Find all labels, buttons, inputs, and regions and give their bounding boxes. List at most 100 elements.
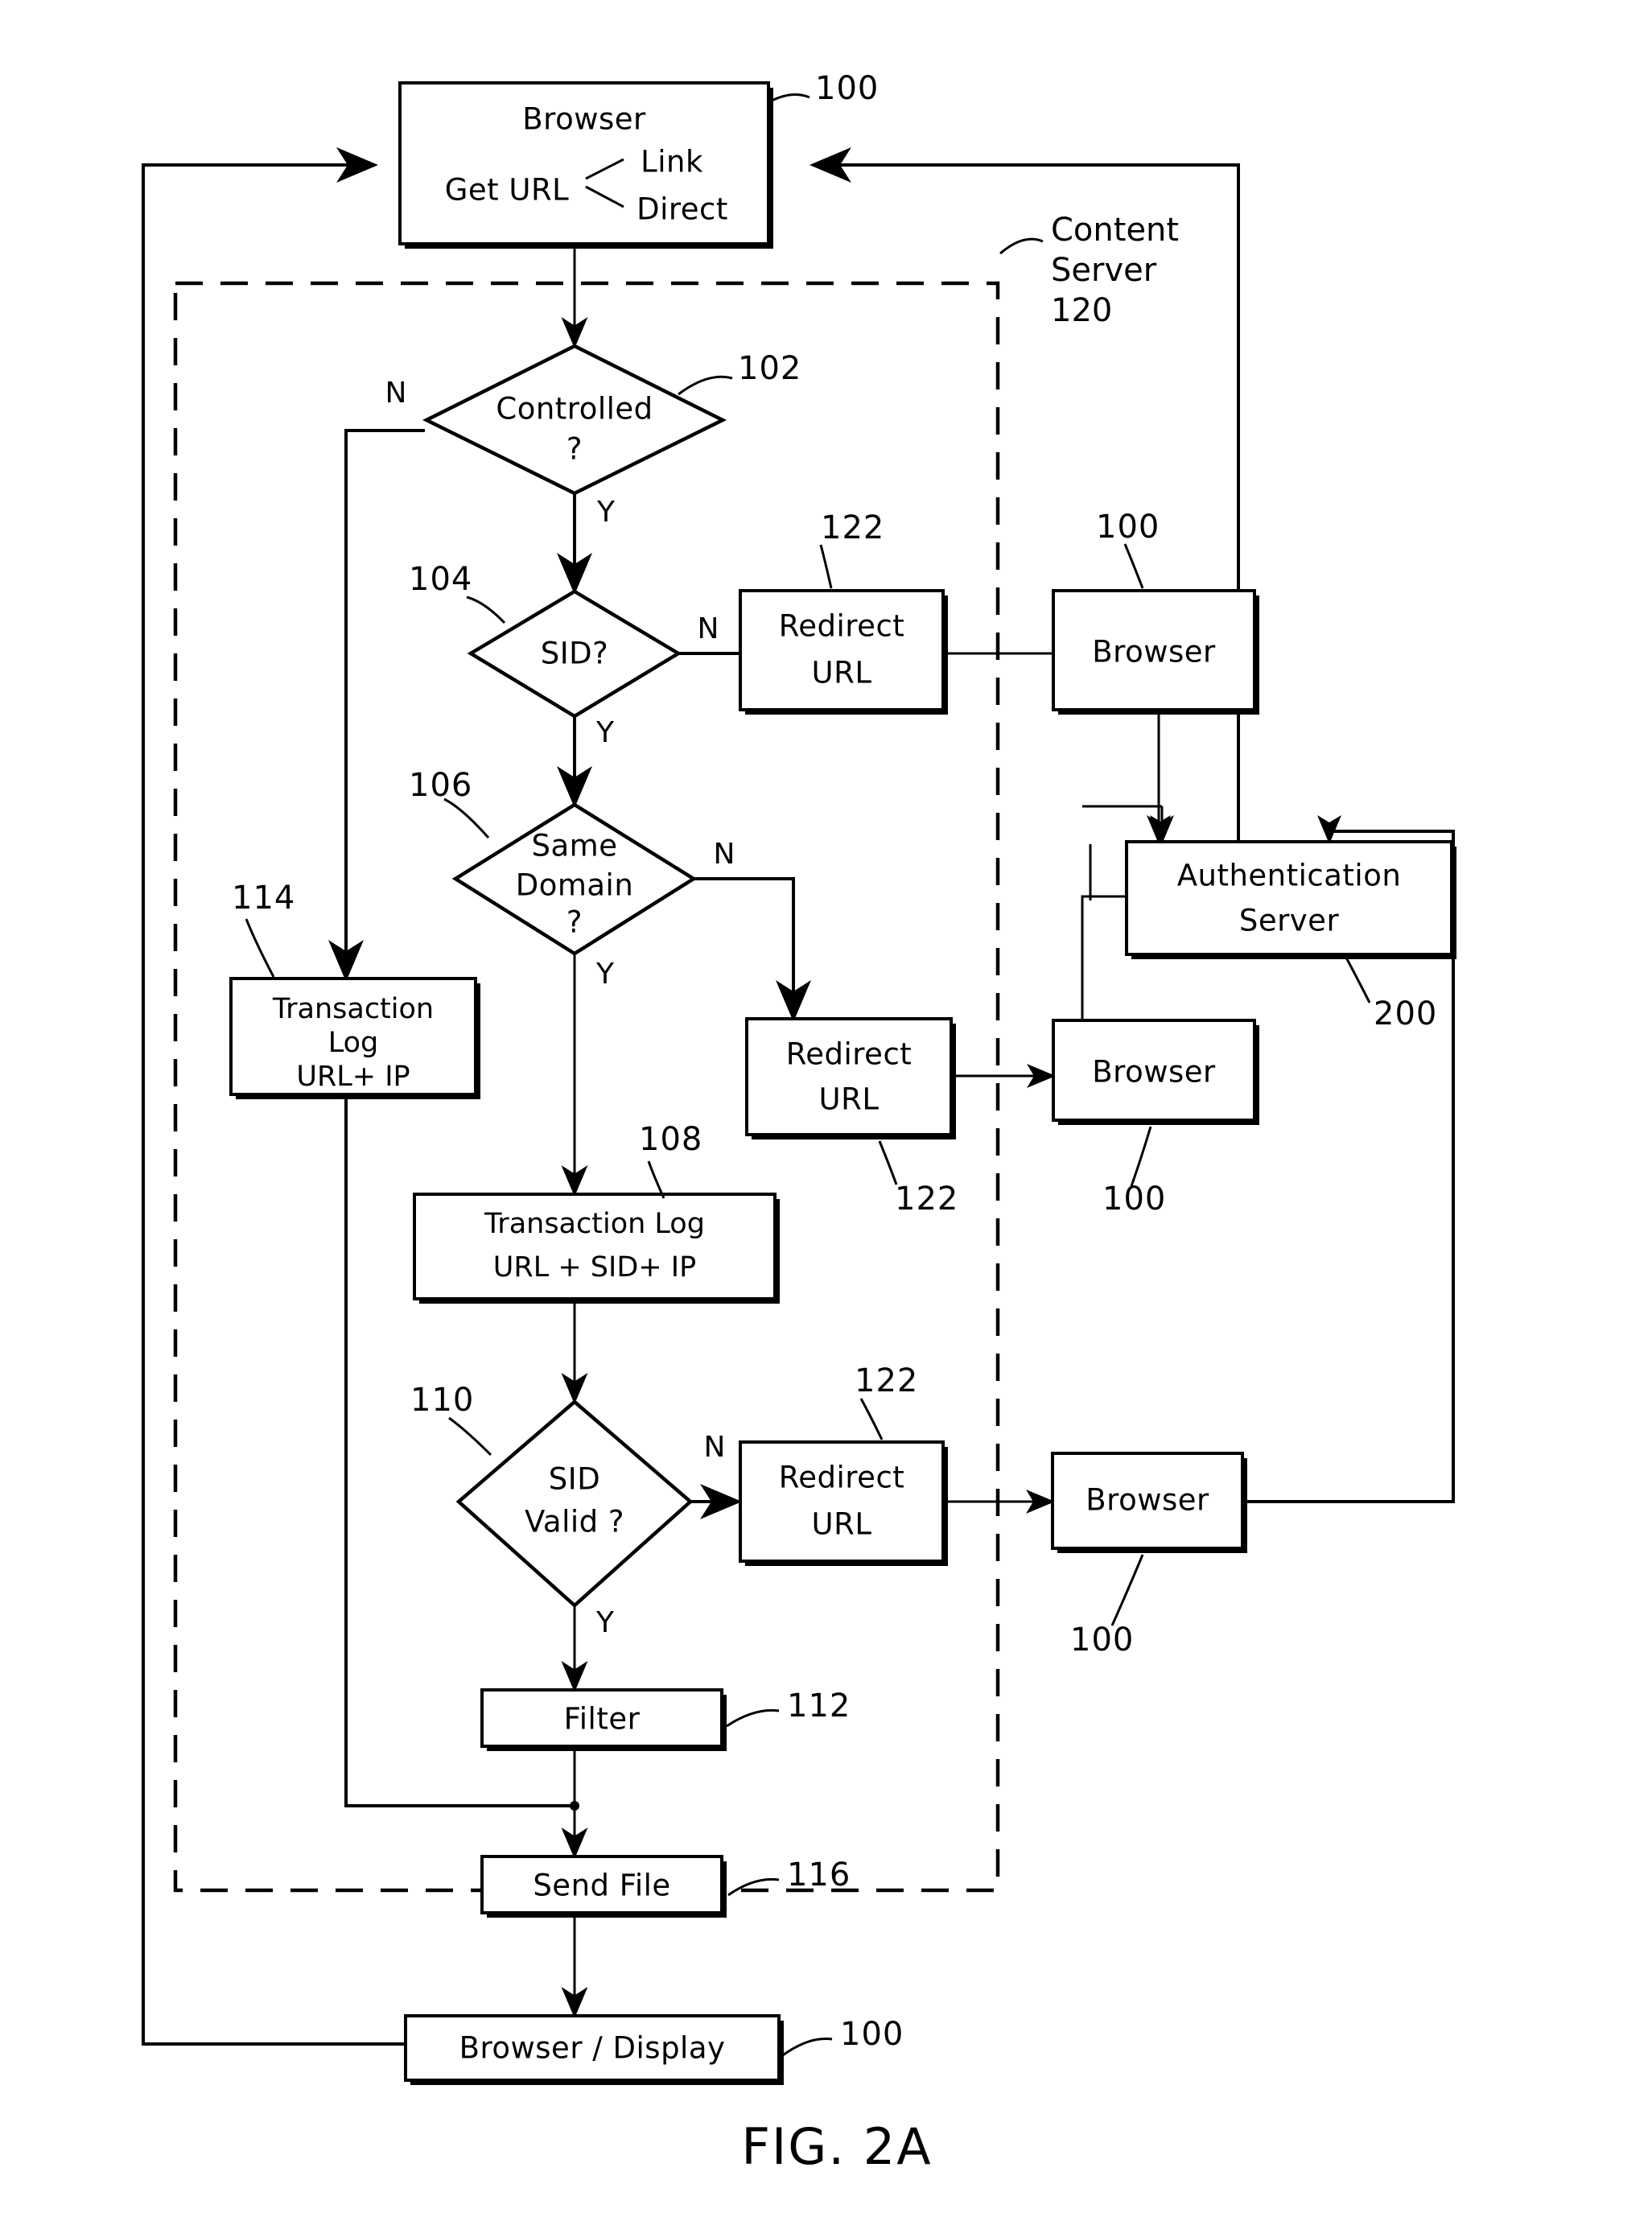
txlog114-line2: Log (328, 1027, 379, 1059)
leader-controlled-ref (678, 375, 733, 396)
ref-sid: 104 (409, 561, 472, 598)
connector-authserver-to-browser-top (810, 147, 1240, 842)
ref-redirect3: 122 (855, 1362, 918, 1399)
ref-browser2: 100 (1102, 1181, 1166, 1218)
ref-sid-valid: 110 (410, 1382, 474, 1419)
node-transaction-log-108[interactable]: Transaction Log URL + SID+ IP (413, 1193, 780, 1304)
browser-top-option-link: Link (641, 145, 703, 179)
ref-browser1: 100 (1096, 509, 1160, 546)
leader-send-file-ref (727, 1877, 780, 1897)
sid-label: SID? (541, 637, 609, 671)
same-domain-label2: Domain (516, 868, 634, 903)
ref-same-domain: 106 (409, 767, 472, 804)
node-browser-1[interactable]: Browser (1052, 589, 1259, 715)
txlog108-line2: URL + SID+ IP (493, 1251, 696, 1284)
leader-txlog114-ref (245, 918, 275, 978)
ref-filter: 112 (787, 1687, 851, 1725)
node-browser-3[interactable]: Browser (1051, 1452, 1247, 1553)
sid-branch-no: N (698, 612, 719, 645)
redirect1-line2: URL (812, 656, 872, 690)
flowchart-canvas: Browser Get URL Link Direct 100 Controll… (142, 70, 1456, 2176)
browser-top-title: Browser (522, 102, 646, 137)
filter-label: Filter (564, 1702, 641, 1737)
leader-redirect3-ref (859, 1398, 884, 1440)
leader-browser3-ref (1110, 1554, 1144, 1626)
connector-samedomain-no-to-redirect2 (690, 877, 811, 1022)
same-domain-branch-yes: Y (595, 958, 615, 991)
controlled-branch-yes: Y (596, 496, 616, 529)
txlog114-line1: Transaction (272, 993, 434, 1025)
leader-browser-display-ref (780, 2037, 833, 2058)
browser-top-option-direct: Direct (636, 192, 728, 227)
node-controlled-decision[interactable]: Controlled ? (422, 344, 727, 496)
leader-sid-ref (466, 595, 506, 624)
leader-browser1-ref (1123, 543, 1144, 589)
connector-controlled-no-to-txlog114 (328, 429, 425, 982)
node-redirect-url-1[interactable]: Redirect URL (739, 589, 948, 715)
leader-auth-server-ref (1345, 957, 1371, 1003)
connector-browserdisplay-to-browser-top (142, 147, 406, 2046)
ref-browser-display: 100 (840, 2016, 904, 2053)
controlled-label-q: ? (566, 432, 583, 467)
ref-auth-server: 200 (1374, 995, 1437, 1032)
node-send-file[interactable]: Send File (480, 1855, 727, 1918)
ref-send-file: 116 (787, 1856, 851, 1894)
ref-txlog108: 108 (639, 1121, 702, 1158)
ref-redirect1: 122 (821, 509, 884, 546)
node-browser-display[interactable]: Browser / Display (404, 2014, 784, 2085)
node-sid-valid-decision[interactable]: SID Valid ? (455, 1399, 694, 1609)
content-server-label-line1: Content (1051, 212, 1179, 249)
patent-figure-page: Browser Get URL Link Direct 100 Controll… (0, 0, 1652, 2217)
node-filter[interactable]: Filter (480, 1688, 727, 1751)
node-redirect-url-2[interactable]: Redirect URL (745, 1017, 956, 1139)
node-browser-top[interactable]: Browser Get URL Link Direct (398, 81, 773, 249)
same-domain-label1: Same (532, 829, 618, 863)
browser-display-label: Browser / Display (459, 2031, 726, 2066)
ref-browser-top: 100 (815, 70, 879, 107)
browser-top-action: Get URL (445, 173, 570, 208)
controlled-branch-no: N (385, 377, 407, 410)
controlled-label: Controlled (496, 392, 653, 427)
redirect1-line1: Redirect (779, 609, 905, 644)
redirect2-line2: URL (819, 1082, 880, 1117)
leader-browser2-ref (1130, 1126, 1152, 1187)
node-authentication-server[interactable]: Authentication Server (1125, 840, 1456, 959)
same-domain-label3: ? (566, 905, 583, 940)
leader-content-server (999, 237, 1044, 255)
leader-sid-valid-ref (448, 1416, 492, 1457)
leader-redirect2-ref (878, 1140, 898, 1185)
node-browser-2[interactable]: Browser (1052, 1019, 1259, 1125)
figure-caption: FIG. 2A (741, 2117, 932, 2176)
node-same-domain-decision[interactable]: Same Domain ? (451, 802, 698, 956)
ref-browser3: 100 (1070, 1622, 1134, 1659)
sid-valid-branch-no: N (704, 1431, 726, 1464)
leader-filter-ref (726, 1708, 780, 1728)
node-transaction-log-114[interactable]: Transaction Log URL+ IP (229, 977, 480, 1099)
sid-valid-label2: Valid ? (525, 1505, 624, 1539)
ref-txlog114: 114 (232, 880, 295, 917)
sid-branch-yes: Y (595, 716, 615, 749)
txlog108-line1: Transaction Log (484, 1208, 705, 1240)
redirect3-line1: Redirect (779, 1461, 905, 1495)
txlog114-line3: URL+ IP (296, 1061, 410, 1093)
content-server-label-line2: Server (1051, 252, 1157, 289)
leader-same-domain-ref (443, 797, 490, 839)
redirect3-line2: URL (812, 1507, 872, 1542)
same-domain-branch-no: N (714, 838, 735, 871)
ref-controlled: 102 (738, 350, 801, 387)
browser2-label: Browser (1092, 1055, 1216, 1090)
sid-valid-branch-yes: Y (595, 1606, 615, 1639)
node-redirect-url-3[interactable]: Redirect URL (739, 1440, 948, 1566)
leader-redirect1-ref (819, 544, 833, 589)
redirect2-line1: Redirect (786, 1037, 913, 1072)
auth-server-line1: Authentication (1177, 859, 1402, 893)
send-file-label: Send File (533, 1869, 670, 1903)
ref-redirect2: 122 (895, 1181, 958, 1218)
junction-dot (570, 1801, 579, 1811)
node-sid-decision[interactable]: SID? (467, 589, 682, 719)
sid-valid-label1: SID (549, 1462, 600, 1497)
browser3-label: Browser (1086, 1483, 1209, 1518)
browser1-label: Browser (1092, 635, 1216, 670)
leader-browser-top-ref (769, 93, 810, 103)
auth-server-line2: Server (1239, 904, 1340, 938)
